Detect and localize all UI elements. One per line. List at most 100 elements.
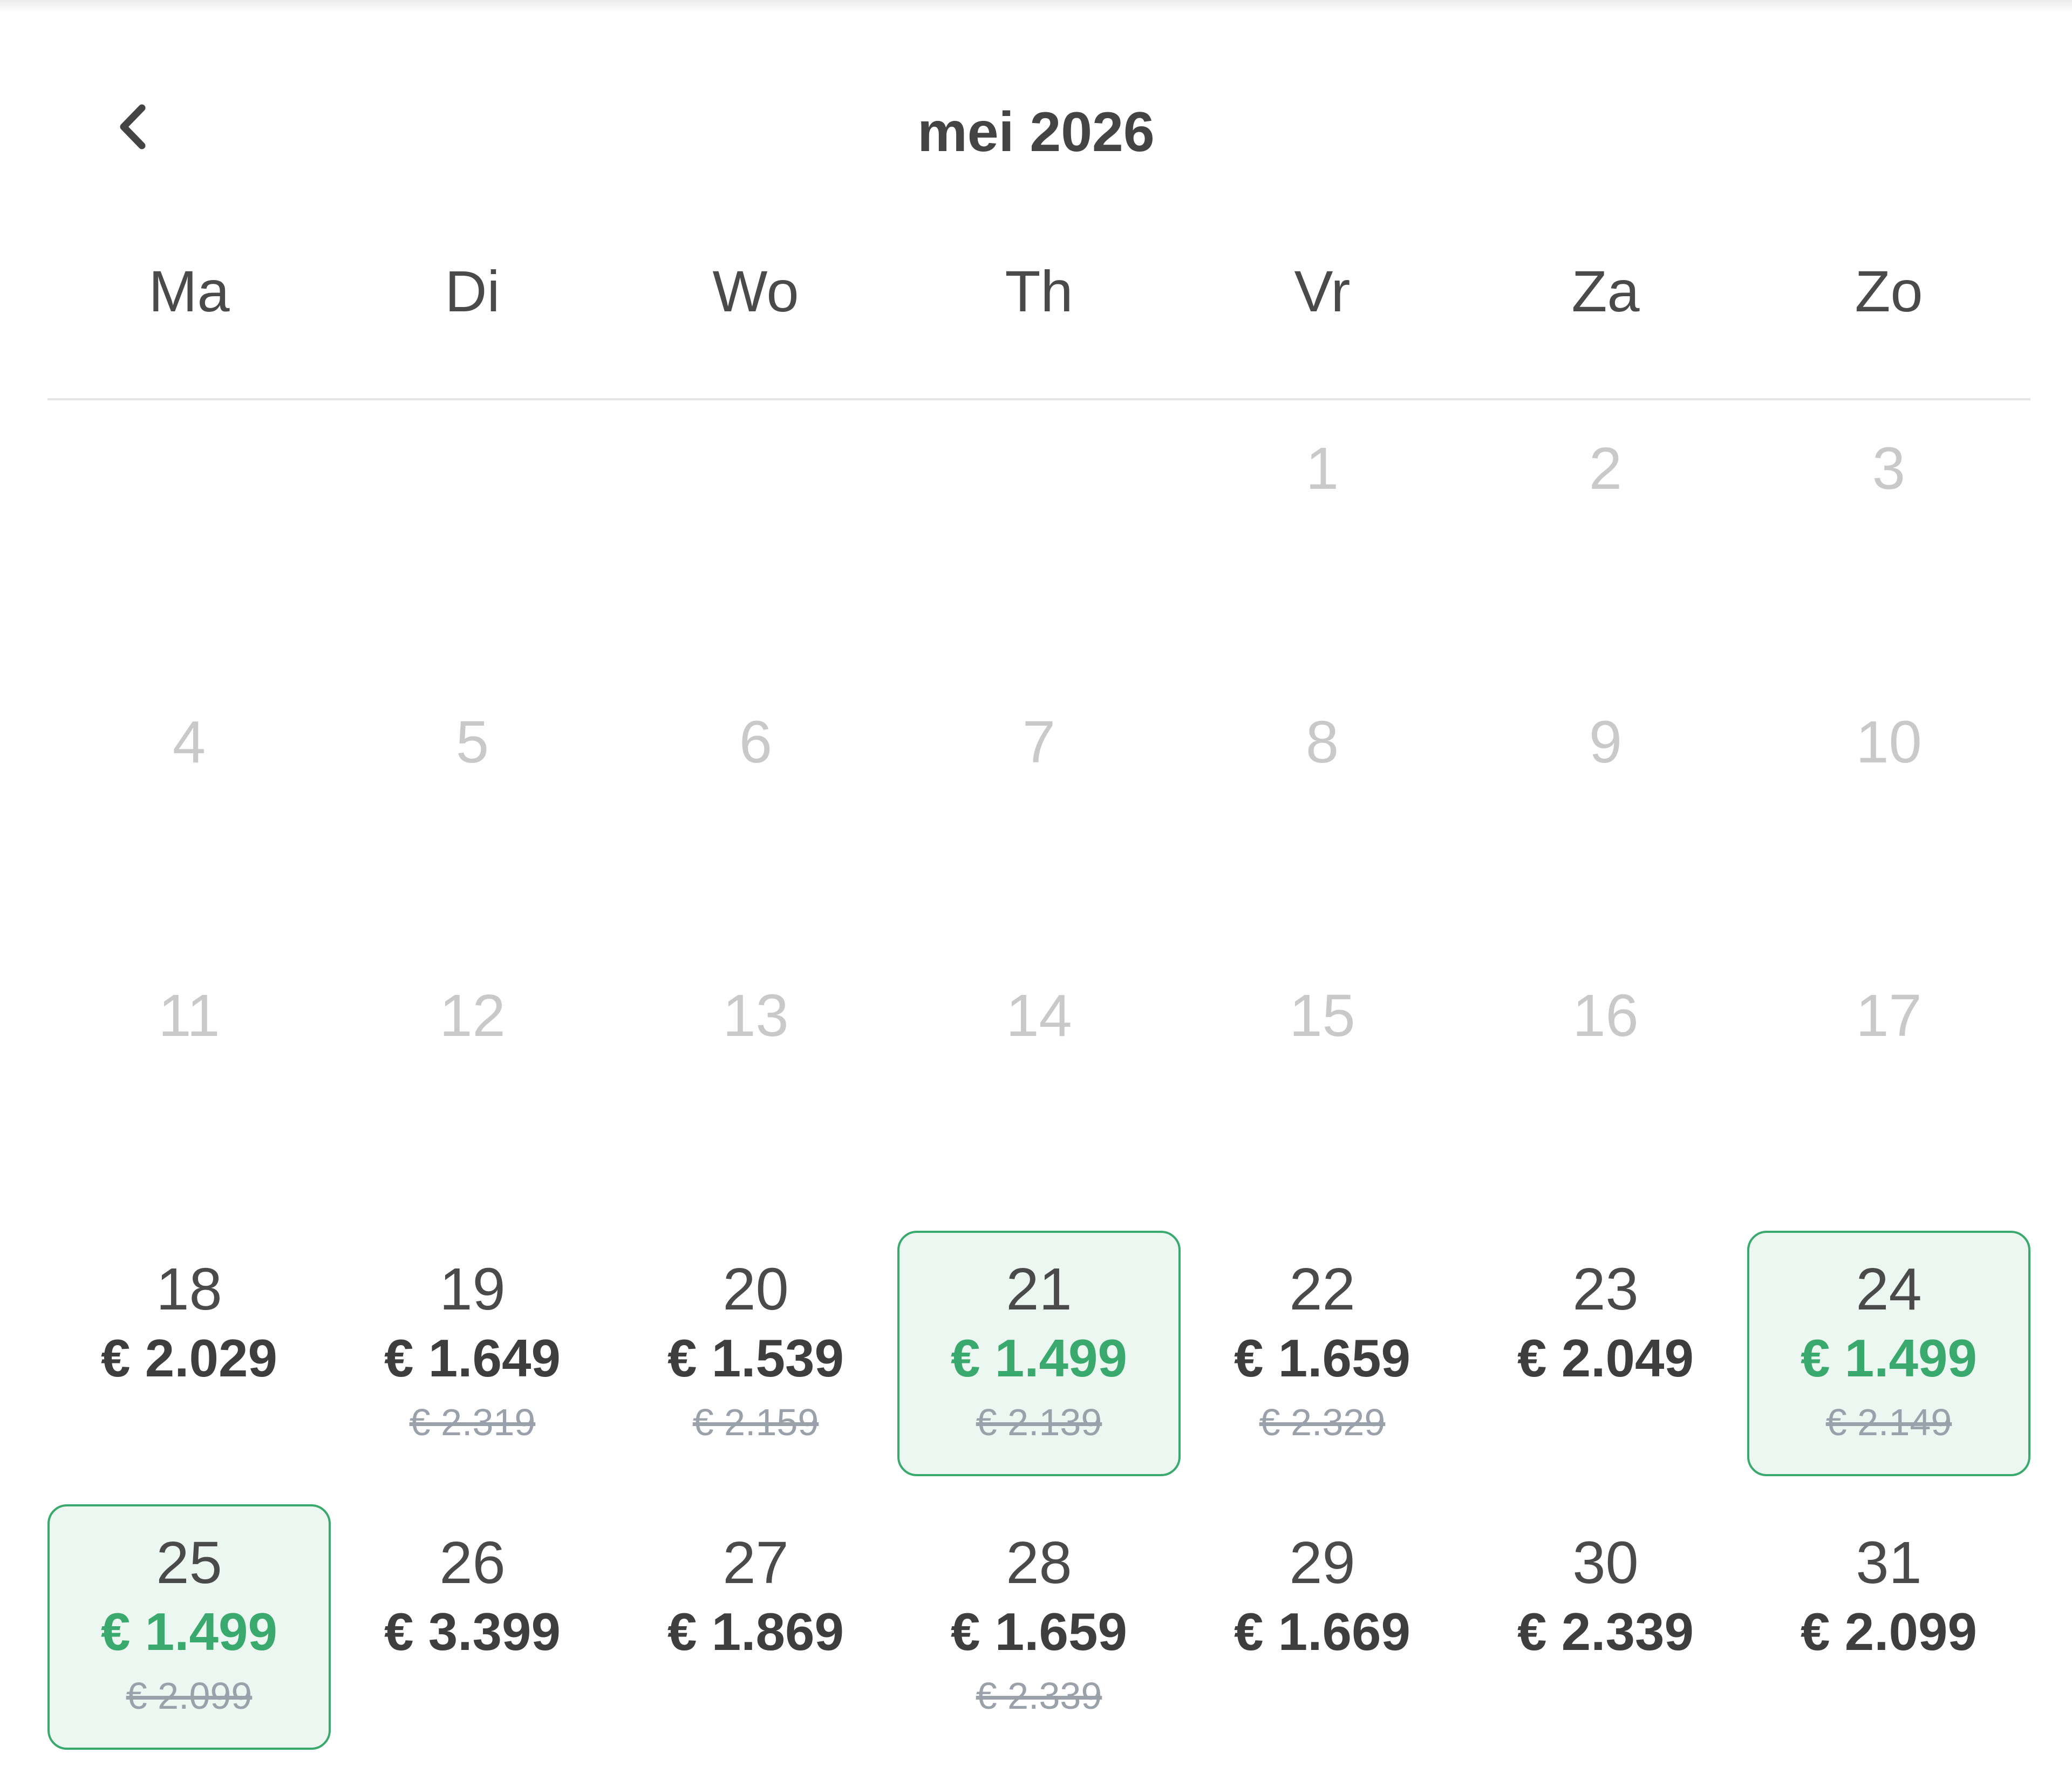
day-cell-29[interactable]: 29 € 1.669 [1181,1504,1464,1750]
day-cell-31[interactable]: 31 € 2.099 [1747,1504,2030,1750]
day-number: 19 [439,1256,506,1322]
day-number: 17 [1856,983,1922,1049]
day-number: 8 [1305,709,1339,775]
day-number: 27 [723,1530,789,1596]
day-number: 12 [439,983,506,1049]
day-cell-12: 12 [331,957,614,1203]
day-number: 25 [156,1530,222,1596]
day-number: 29 [1289,1530,1355,1596]
day-number: 14 [1006,983,1072,1049]
day-cell-20[interactable]: 20 € 1.539 € 2.159 [614,1231,897,1476]
day-old-price: € 2.149 [1825,1401,1952,1443]
day-number: 5 [455,709,489,775]
day-number: 16 [1572,983,1639,1049]
day-cell-14: 14 [897,957,1181,1203]
day-old-price: € 2.329 [1259,1401,1386,1443]
day-cell-empty [614,410,897,656]
day-cell-6: 6 [614,684,897,929]
day-number: 28 [1006,1530,1072,1596]
day-price: € 1.869 [667,1602,844,1661]
day-cell-23[interactable]: 23 € 2.049 [1464,1231,1747,1476]
day-cell-25[interactable]: 25 € 1.499 € 2.099 [47,1504,331,1750]
day-cell-13: 13 [614,957,897,1203]
day-price: € 1.659 [951,1602,1127,1661]
day-old-price: € 2.159 [692,1401,819,1443]
day-cell-2: 2 [1464,410,1747,656]
day-cell-empty [897,410,1181,656]
weekday-label: Ma [148,258,230,324]
day-price: € 2.049 [1517,1328,1694,1388]
day-number: 21 [1006,1256,1072,1322]
day-old-price: € 2.339 [976,1675,1102,1717]
day-number: 30 [1572,1530,1639,1596]
day-cell-19[interactable]: 19 € 1.649 € 2.319 [331,1231,614,1476]
day-grid: 1 2 3 4 5 6 7 8 9 10 11 12 13 14 15 16 17 18 € 2.029 19 € 1.… [47,410,2030,1778]
day-cell-30[interactable]: 30 € 2.339 [1464,1504,1747,1750]
day-number: 10 [1856,709,1922,775]
weekday-label: Zo [1855,258,1923,324]
day-cell-1: 1 [1181,410,1464,656]
day-cell-8: 8 [1181,684,1464,929]
day-number: 11 [158,983,220,1049]
day-number: 31 [1856,1530,1922,1596]
day-price: € 1.669 [1234,1602,1410,1661]
day-number: 6 [739,709,773,775]
day-cell-18[interactable]: 18 € 2.029 [47,1231,331,1476]
day-price: € 1.539 [667,1328,844,1388]
day-price: € 3.399 [384,1602,561,1661]
day-cell-27[interactable]: 27 € 1.869 [614,1504,897,1750]
day-cell-26[interactable]: 26 € 3.399 [331,1504,614,1750]
day-number: 23 [1572,1256,1639,1322]
day-cell-empty [331,410,614,656]
day-cell-24[interactable]: 24 € 1.499 € 2.149 [1747,1231,2030,1476]
day-cell-11: 11 [47,957,331,1203]
day-cell-22[interactable]: 22 € 1.659 € 2.329 [1181,1231,1464,1476]
calendar: mei 2026 Ma Di Wo Th Vr Za Zo 1234567891… [0,0,2072,1787]
day-number: 24 [1856,1256,1922,1322]
weekday-label: Za [1571,258,1640,324]
day-number: 3 [1872,435,1906,502]
day-cell-4: 4 [47,684,331,929]
weekday-label: Vr [1294,258,1351,324]
day-number: 15 [1289,983,1355,1049]
day-price: € 1.499 [1801,1328,1977,1388]
month-title: mei 2026 [917,101,1155,163]
day-number: 18 [156,1256,222,1322]
day-price: € 1.659 [1234,1328,1410,1388]
day-number: 26 [439,1530,506,1596]
day-number: 20 [723,1256,789,1322]
weekday-header: Ma Di Wo Th Vr Za Zo [47,254,2030,329]
day-number: 9 [1589,709,1623,775]
day-number: 13 [723,983,789,1049]
day-old-price: € 2.319 [409,1401,536,1443]
day-old-price: € 2.099 [126,1675,253,1717]
day-price: € 2.339 [1517,1602,1694,1661]
day-cell-5: 5 [331,684,614,929]
day-price: € 2.029 [101,1328,277,1388]
day-old-price: € 2.139 [976,1401,1102,1443]
day-number: 2 [1589,435,1623,502]
day-price: € 2.099 [1801,1602,1977,1661]
day-cell-10: 10 [1747,684,2030,929]
day-cell-15: 15 [1181,957,1464,1203]
day-cell-21[interactable]: 21 € 1.499 € 2.139 [897,1231,1181,1476]
day-number: 1 [1305,435,1339,502]
day-cell-7: 7 [897,684,1181,929]
day-price: € 1.649 [384,1328,561,1388]
day-number: 7 [1022,709,1056,775]
day-cell-3: 3 [1747,410,2030,656]
weekday-label: Di [445,258,500,324]
day-cell-17: 17 [1747,957,2030,1203]
day-price: € 1.499 [951,1328,1127,1388]
day-cell-9: 9 [1464,684,1747,929]
top-shadow [0,0,2072,13]
header-divider [47,398,2030,400]
day-cell-empty [47,410,331,656]
day-number: 22 [1289,1256,1355,1322]
day-number: 4 [172,709,206,775]
day-cell-28[interactable]: 28 € 1.659 € 2.339 [897,1504,1181,1750]
day-cell-16: 16 [1464,957,1747,1203]
weekday-label: Th [1005,258,1073,324]
weekday-label: Wo [712,258,799,324]
day-price: € 1.499 [101,1602,277,1661]
